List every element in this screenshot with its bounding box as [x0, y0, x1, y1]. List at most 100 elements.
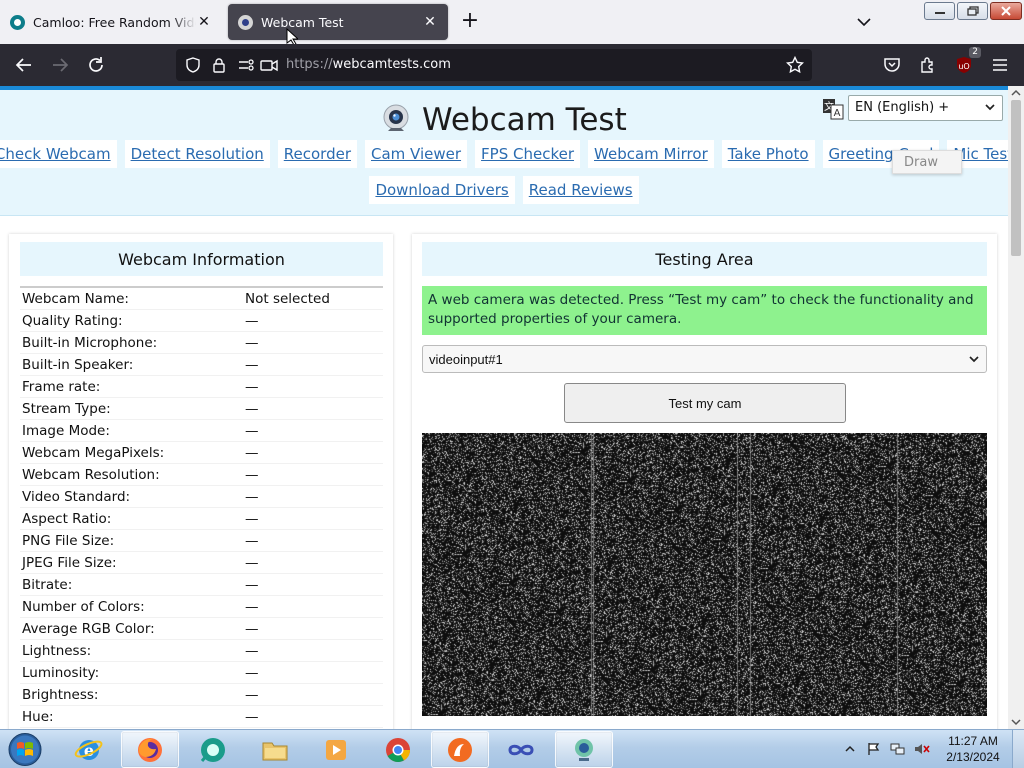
browser-navbar: https://webcamtests.com uO 2 [0, 44, 1024, 86]
taskbar-camloo[interactable] [184, 731, 242, 768]
restore-icon[interactable] [957, 2, 988, 20]
info-row: Average RGB Color: — [20, 618, 383, 640]
lock-icon[interactable] [210, 56, 228, 74]
hamburger-menu-icon[interactable] [988, 53, 1012, 77]
extensions-icon[interactable] [916, 53, 940, 77]
url-bar[interactable]: https://webcamtests.com [176, 49, 812, 81]
start-button[interactable] [4, 731, 46, 768]
site-nav-row-2: Download Drivers Read Reviews [0, 176, 1008, 204]
draw-popup[interactable]: Draw [892, 150, 962, 174]
permissions-icon[interactable] [238, 56, 256, 74]
extension-badge: 2 [969, 47, 981, 58]
info-value: — [245, 334, 259, 351]
minimize-icon[interactable] [924, 2, 955, 20]
scroll-up-icon[interactable] [1008, 86, 1024, 100]
taskbar-avast[interactable] [431, 731, 489, 768]
site-nav: Check Webcam Detect Resolution Recorder … [0, 140, 1008, 204]
taskbar-firefox[interactable] [121, 731, 179, 768]
taskbar-media-player[interactable] [307, 731, 365, 768]
device-select[interactable]: videoinput#1 [422, 345, 987, 373]
show-hidden-icons-icon[interactable] [842, 741, 858, 757]
svg-text:uO: uO [958, 62, 969, 71]
info-label: Stream Type: [22, 400, 111, 417]
infinity-icon [508, 744, 534, 755]
info-label: Quality Rating: [22, 312, 123, 329]
test-my-cam-button[interactable]: Test my cam [564, 383, 846, 423]
camloo-favicon-icon [10, 14, 25, 30]
folder-icon [262, 742, 288, 760]
nav-link-fps-checker[interactable]: FPS Checker [475, 140, 581, 168]
info-label: Aspect Ratio: [22, 510, 112, 527]
info-row: Luminosity: — [20, 662, 383, 684]
video-noise-canvas [422, 433, 987, 716]
nav-link-recorder[interactable]: Recorder [277, 140, 357, 168]
info-row: Webcam Resolution: — [20, 464, 383, 486]
info-value: — [245, 312, 259, 329]
info-value: — [245, 532, 259, 549]
info-value: — [245, 554, 259, 571]
volume-muted-icon[interactable] [914, 741, 930, 757]
close-window-icon[interactable] [990, 2, 1022, 20]
chevron-down-icon[interactable] [852, 10, 876, 34]
forward-arrow-icon[interactable] [48, 53, 72, 77]
taskbar-internet-explorer[interactable]: e [60, 731, 118, 768]
camera-permission-icon[interactable] [260, 56, 278, 74]
taskbar-file-explorer[interactable] [246, 731, 304, 768]
url-text[interactable]: https://webcamtests.com [286, 57, 451, 72]
close-icon[interactable]: ✕ [196, 14, 212, 30]
bookmark-star-icon[interactable] [786, 56, 804, 74]
nav-link-take-photo[interactable]: Take Photo [721, 140, 815, 168]
info-value: — [245, 598, 259, 615]
taskbar-chrome[interactable] [369, 731, 427, 768]
scroll-down-icon[interactable] [1008, 715, 1024, 729]
pocket-icon[interactable] [880, 53, 904, 77]
info-value: — [245, 444, 259, 461]
webcam-favicon-icon [238, 14, 253, 30]
nav-link-download-drivers[interactable]: Download Drivers [369, 176, 515, 204]
info-value: — [245, 356, 259, 373]
shield-icon[interactable] [184, 56, 202, 74]
info-value: Not selected [245, 290, 330, 307]
chevron-down-icon [984, 101, 996, 117]
windows-taskbar: e 11:27 AM 2/13/2024 [0, 729, 1024, 768]
info-value: — [245, 642, 259, 659]
tab-webcam-test[interactable]: Webcam Test ✕ [228, 4, 448, 40]
reload-icon[interactable] [84, 53, 108, 77]
action-center-flag-icon[interactable] [866, 741, 882, 757]
camera-detected-alert: A web camera was detected. Press “Test m… [422, 286, 987, 335]
video-preview [422, 433, 987, 716]
back-arrow-icon[interactable] [12, 53, 36, 77]
chevron-down-icon [968, 353, 980, 368]
info-label: Webcam Resolution: [22, 466, 160, 483]
network-icon[interactable] [890, 741, 906, 757]
media-player-icon [326, 739, 346, 760]
ublock-icon[interactable]: uO 2 [952, 47, 981, 77]
nav-link-check-webcam[interactable]: Check Webcam [0, 140, 117, 168]
site-header: Webcam Test 文 A EN (English) + Check Web… [0, 90, 1008, 216]
language-select[interactable]: EN (English) + [848, 95, 1003, 121]
site-title[interactable]: Webcam Test [380, 98, 627, 142]
info-value: — [245, 664, 259, 681]
nav-link-detect-resolution[interactable]: Detect Resolution [124, 140, 270, 168]
firefox-icon [138, 737, 162, 762]
info-row: Bitrate: — [20, 574, 383, 596]
nav-link-webcam-mirror[interactable]: Webcam Mirror [588, 140, 714, 168]
page-scrollbar[interactable] [1008, 86, 1024, 729]
taskbar-infinity-app[interactable] [492, 731, 550, 768]
tab-camloo[interactable]: Camloo: Free Random Video Chat ✕ [0, 4, 222, 40]
taskbar-webcam-app[interactable] [555, 731, 613, 768]
show-desktop-button[interactable] [1012, 730, 1024, 768]
language-select-value: EN (English) + [855, 100, 950, 115]
new-tab-icon[interactable]: + [458, 10, 482, 34]
nav-link-read-reviews[interactable]: Read Reviews [522, 176, 639, 204]
info-label: Image Mode: [22, 422, 110, 439]
webcam-app-icon [575, 738, 593, 761]
translate-icon: 文 A [823, 99, 844, 120]
nav-link-cam-viewer[interactable]: Cam Viewer [365, 140, 468, 168]
scroll-thumb[interactable] [1011, 100, 1021, 256]
taskbar-clock[interactable]: 11:27 AM 2/13/2024 [940, 733, 1006, 765]
info-label: Lightness: [22, 642, 92, 659]
close-icon[interactable]: ✕ [422, 14, 438, 30]
system-tray [842, 738, 930, 760]
info-row: Brightness: — [20, 684, 383, 706]
